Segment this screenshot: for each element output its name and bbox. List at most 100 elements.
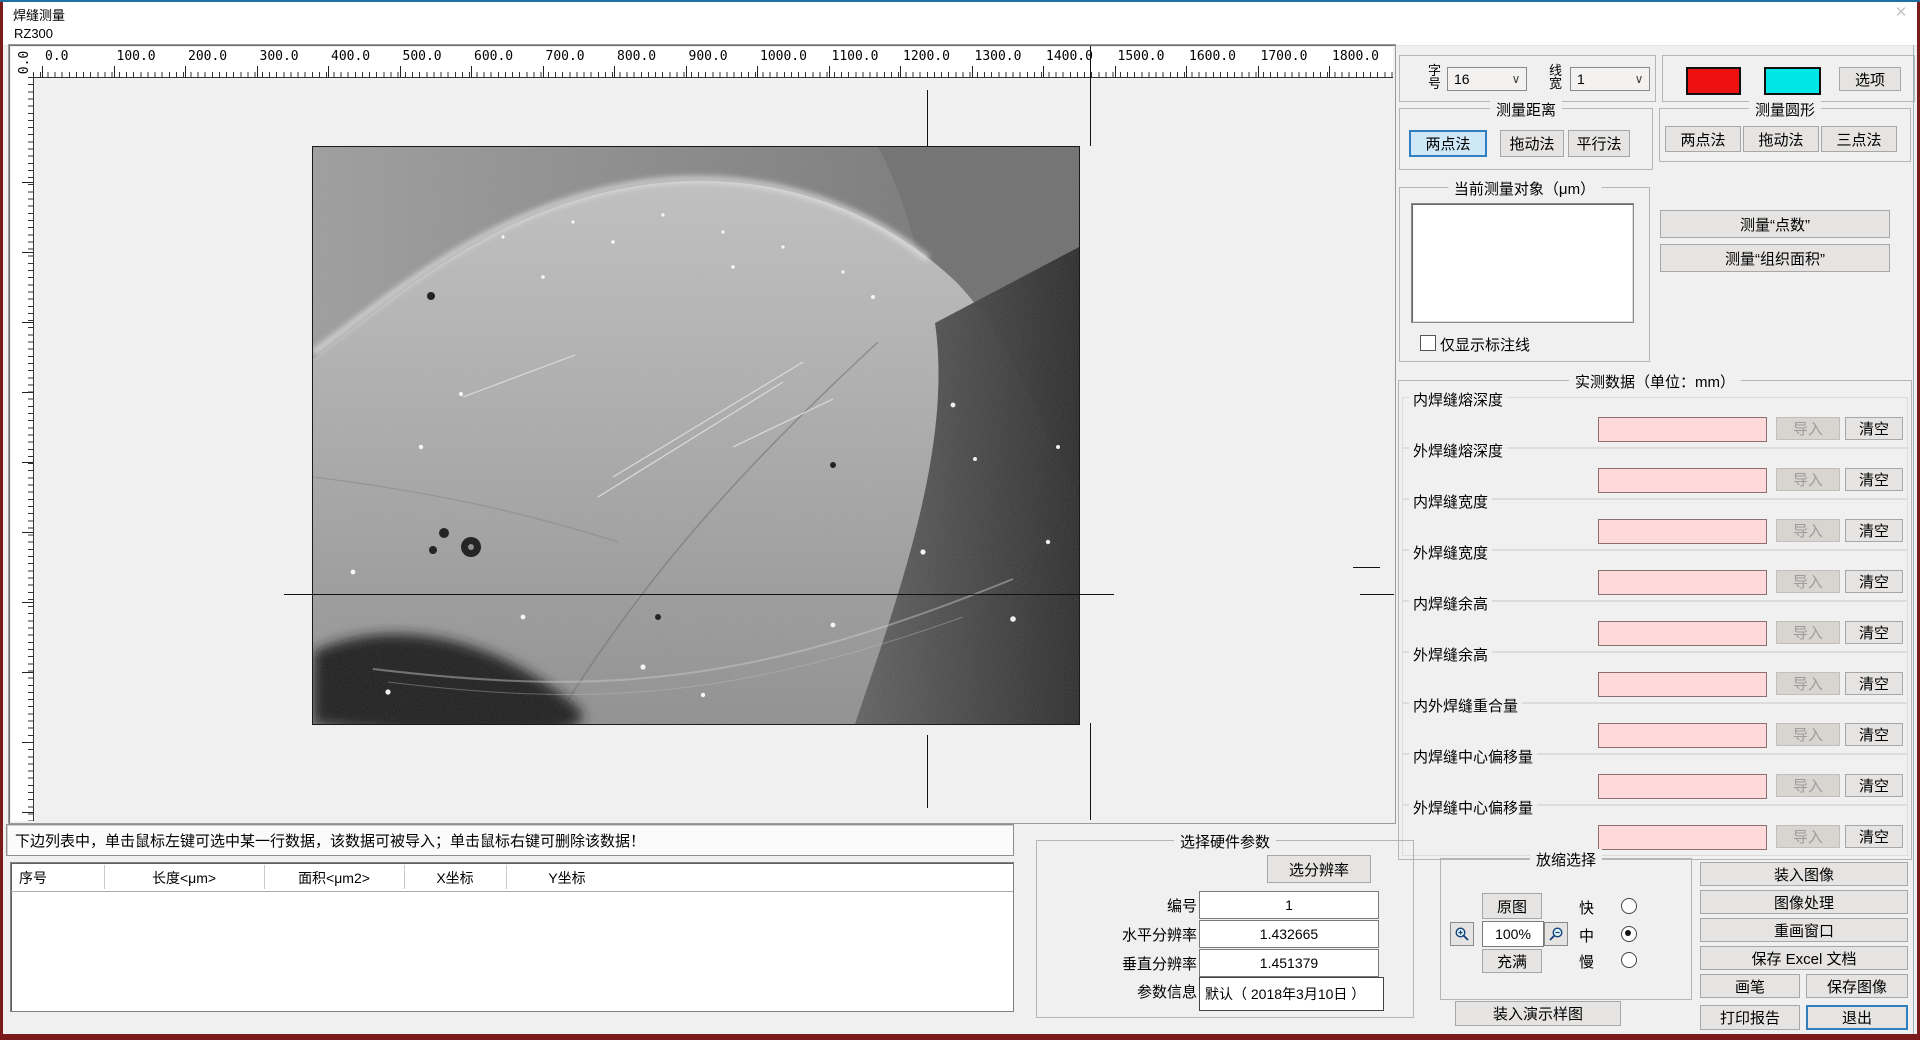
measured-data-title: 实测数据（单位：mm） [1569, 371, 1741, 392]
ruler-label: 1100.0 [832, 49, 879, 64]
speed-label: 中 [1579, 925, 1594, 946]
magnifier-minus-icon[interactable] [1544, 922, 1568, 946]
show-annotation-only-label: 仅显示标注线 [1440, 334, 1530, 355]
save-image-button[interactable]: 保存图像 [1806, 974, 1908, 998]
import-button[interactable]: 导入 [1776, 417, 1840, 440]
zoom-percent-field[interactable]: 100% [1482, 921, 1544, 947]
hardware-field-label: 水平分辨率 [1122, 924, 1197, 945]
list-header-cell[interactable]: 面积<μm2> [289, 868, 379, 888]
options-button[interactable]: 选项 [1839, 67, 1901, 91]
measured-value-field[interactable] [1598, 519, 1767, 544]
list-header-cell[interactable]: X坐标 [410, 868, 500, 888]
import-button[interactable]: 导入 [1776, 774, 1840, 797]
import-button[interactable]: 导入 [1776, 519, 1840, 542]
measured-value-field[interactable] [1598, 417, 1767, 442]
clear-button[interactable]: 清空 [1845, 417, 1903, 440]
ruler-major-tick [829, 66, 830, 77]
save-excel-button[interactable]: 保存 Excel 文档 [1700, 946, 1908, 970]
list-header-cell[interactable]: 长度<μm> [139, 868, 229, 888]
ruler-major-tick [328, 66, 329, 77]
weld-image-graphic [313, 147, 1079, 724]
import-button[interactable]: 导入 [1776, 570, 1840, 593]
column-separator [506, 865, 507, 889]
zoom-original-button[interactable]: 原图 [1482, 893, 1542, 919]
ruler-major-tick [42, 66, 43, 77]
measure-points-button[interactable]: 测量“点数” [1660, 210, 1890, 238]
magnifier-plus-icon[interactable] [1450, 922, 1474, 946]
show-annotation-only-checkbox[interactable] [1420, 335, 1436, 351]
import-button[interactable]: 导入 [1776, 468, 1840, 491]
window-border-left [0, 2, 3, 1040]
method-button[interactable]: 三点法 [1821, 126, 1897, 152]
result-list[interactable]: 序号 长度<μm> 面积<μm2> X坐标 Y坐标 [10, 862, 1014, 1012]
process-image-button[interactable]: 图像处理 [1700, 890, 1908, 914]
list-header-cell[interactable]: 序号 [19, 868, 47, 888]
speed-radio[interactable] [1621, 898, 1637, 914]
pen-button[interactable]: 画笔 [1700, 974, 1800, 998]
clear-button[interactable]: 清空 [1845, 468, 1903, 491]
list-header-cell[interactable]: Y坐标 [522, 868, 612, 888]
import-button[interactable]: 导入 [1776, 723, 1840, 746]
measured-value-field[interactable] [1598, 621, 1767, 646]
column-separator [264, 865, 265, 889]
clear-button[interactable]: 清空 [1845, 621, 1903, 644]
method-button[interactable]: 平行法 [1568, 130, 1630, 157]
exit-button[interactable]: 退出 [1806, 1005, 1908, 1030]
clear-button[interactable]: 清空 [1845, 774, 1903, 797]
weld-image[interactable] [312, 146, 1080, 725]
print-report-button[interactable]: 打印报告 [1700, 1005, 1800, 1030]
clear-button[interactable]: 清空 [1845, 825, 1903, 848]
choose-resolution-button[interactable]: 选分辨率 [1267, 855, 1371, 883]
measured-value-field[interactable] [1598, 723, 1767, 748]
line-width-dropdown[interactable]: 1 ∨ [1570, 67, 1650, 91]
h-ruler: 0.0 100.0 200.0 300.0 400.0 500.0 600.0 … [33, 47, 1393, 78]
measure-area-button[interactable]: 测量“组织面积” [1660, 244, 1890, 272]
ruler-label: 1800.0 [1332, 49, 1379, 64]
speed-radio[interactable] [1621, 926, 1637, 942]
hardware-field-value[interactable]: 1.451379 [1199, 949, 1379, 977]
method-button[interactable]: 拖动法 [1500, 130, 1564, 157]
menu-item-rz300[interactable]: RZ300 [14, 26, 53, 41]
ruler-major-tick [22, 532, 33, 533]
clear-button[interactable]: 清空 [1845, 672, 1903, 695]
font-size-label: 字号 [1428, 64, 1441, 90]
ruler-label: 0.0 [45, 49, 68, 64]
measure-distance-title: 测量距离 [1490, 99, 1562, 120]
app-window: 焊缝测量 × RZ300 0.0 0.0 100.0 200.0 300.0 4… [0, 0, 1920, 1040]
speed-radio[interactable] [1621, 952, 1637, 968]
ruler-label: 200.0 [188, 49, 227, 64]
measured-row-label: 外焊缝宽度 [1409, 542, 1492, 563]
clear-button[interactable]: 清空 [1845, 519, 1903, 542]
ruler-label: 800.0 [617, 49, 656, 64]
font-size-dropdown[interactable]: 16 ∨ [1447, 67, 1527, 91]
cyan-color-swatch[interactable] [1764, 67, 1821, 95]
clear-button[interactable]: 清空 [1845, 570, 1903, 593]
measured-value-field[interactable] [1598, 570, 1767, 595]
hardware-field-value[interactable]: 1.432665 [1199, 920, 1379, 948]
import-button[interactable]: 导入 [1776, 621, 1840, 644]
method-button[interactable]: 拖动法 [1743, 126, 1819, 152]
current-object-listbox[interactable] [1411, 203, 1634, 323]
import-button[interactable]: 导入 [1776, 672, 1840, 695]
load-demo-button[interactable]: 装入演示样图 [1455, 1001, 1621, 1026]
measured-value-field[interactable] [1598, 825, 1767, 850]
measured-value-field[interactable] [1598, 672, 1767, 697]
measured-value-field[interactable] [1598, 468, 1767, 493]
ruler-major-tick [114, 66, 115, 77]
load-image-button[interactable]: 装入图像 [1700, 862, 1908, 886]
method-button[interactable]: 两点法 [1665, 126, 1741, 152]
close-icon[interactable]: × [1887, 2, 1915, 24]
zoom-fill-button[interactable]: 充满 [1482, 949, 1542, 973]
method-button[interactable]: 两点法 [1409, 130, 1487, 157]
hardware-field-value[interactable]: 默认（ 2018年3月10日 ） [1199, 977, 1384, 1011]
ruler-label: 1200.0 [903, 49, 950, 64]
clear-button[interactable]: 清空 [1845, 723, 1903, 746]
import-button[interactable]: 导入 [1776, 825, 1840, 848]
redraw-window-button[interactable]: 重画窗口 [1700, 918, 1908, 942]
ruler-label: 300.0 [11, 301, 15, 340]
measured-value-field[interactable] [1598, 774, 1767, 799]
red-color-swatch[interactable] [1686, 67, 1741, 95]
ruler-major-tick [1186, 66, 1187, 77]
hardware-field-value[interactable]: 1 [1199, 891, 1379, 919]
frame-vline-bottom [1090, 723, 1091, 820]
